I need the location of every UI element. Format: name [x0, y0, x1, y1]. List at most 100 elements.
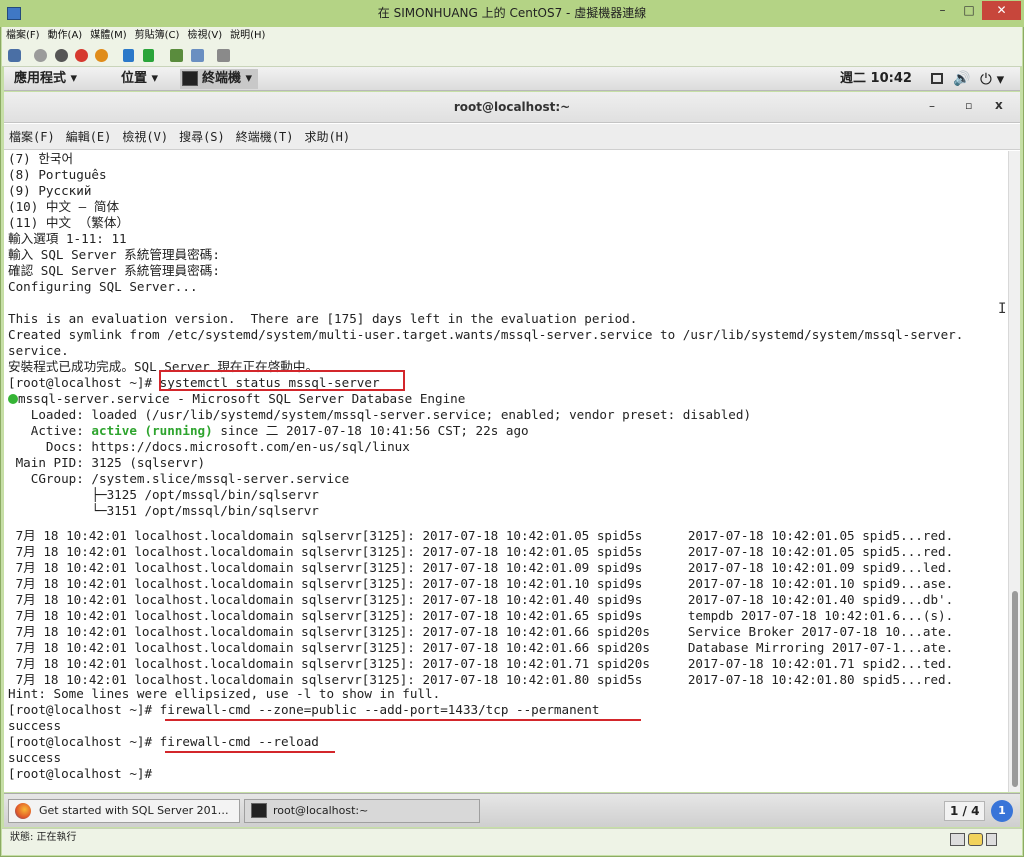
pause-icon[interactable] — [123, 49, 134, 62]
terminal-line: CGroup: /system.slice/mssql-server.servi… — [8, 471, 350, 486]
power-icon[interactable]: ⏻ ▾ — [980, 69, 1004, 89]
gnome-top-bar: 應用程式 ▾ 位置 ▾ 終端機 ▾ 週二 10:42 🔊 ⏻ ▾ — [4, 67, 1020, 91]
service-text: mssql-server.service - Microsoft SQL Ser… — [18, 391, 466, 406]
active-line: Active: active (running) since 二 2017-07… — [8, 423, 529, 439]
gnome-window-list: Get started with SQL Server 201… root@lo… — [4, 793, 1020, 827]
places-menu[interactable]: 位置 ▾ — [121, 67, 158, 91]
screen-icon[interactable] — [931, 73, 943, 84]
terminal-menu-view[interactable]: 檢視(V) — [117, 124, 174, 150]
terminal-window: root@localhost:~ – ▫ x 檔案(F) 編輯(E) 檢視(V) 搜尋… — [4, 92, 1020, 792]
terminal-line: service. — [8, 343, 69, 358]
terminal-menu-search[interactable]: 搜尋(S) — [174, 124, 231, 150]
applications-menu[interactable]: 應用程式 ▾ — [14, 67, 77, 91]
save-state-icon[interactable] — [95, 49, 108, 62]
terminal-line: (11) 中文 （繁体） — [8, 215, 130, 230]
terminal-title: root@localhost:~ — [453, 100, 571, 114]
log-line: 7月 18 10:42:01 localhost.localdomain sql… — [8, 656, 954, 671]
prompt: [root@localhost ~]# — [8, 702, 160, 717]
taskbar-firefox-label: Get started with SQL Server 201… — [39, 804, 229, 817]
vm-menu-media[interactable]: 媒體(M) — [86, 27, 130, 45]
terminal-icon — [182, 71, 198, 86]
firefox-icon — [15, 803, 31, 819]
terminal-line: 輸入選項 1-11: 11 — [8, 231, 127, 246]
checkpoint-icon[interactable] — [170, 49, 183, 62]
terminal-line: ├─3125 /opt/mssql/bin/sqlservr — [8, 487, 319, 502]
highlight-underline — [165, 719, 641, 721]
log-line: 7月 18 10:42:01 localhost.localdomain sql… — [8, 608, 954, 623]
volume-icon[interactable]: 🔊 — [953, 69, 970, 89]
terminal-line: success — [8, 718, 62, 733]
vm-menubar: 檔案(F) 動作(A) 媒體(M) 剪貼簿(C) 檢視(V) 說明(H) — [2, 27, 1022, 45]
taskbar-terminal[interactable]: root@localhost:~ — [244, 799, 480, 823]
terminal-menubar: 檔案(F) 編輯(E) 檢視(V) 搜尋(S) 終端機(T) 求助(H) — [4, 124, 1020, 150]
terminal-maximize-button[interactable]: ▫ — [965, 99, 972, 112]
terminal-app-label: 終端機 ▾ — [202, 71, 253, 86]
terminal-menu-terminal[interactable]: 終端機(T) — [231, 124, 300, 150]
terminal-menu-file[interactable]: 檔案(F) — [4, 124, 61, 150]
service-line: mssql-server.service - Microsoft SQL Ser… — [8, 391, 465, 407]
terminal-line: (10) 中文 – 简体 — [8, 199, 120, 214]
log-line: 7月 18 10:42:01 localhost.localdomain sql… — [8, 592, 954, 607]
scrollbar-thumb[interactable] — [1012, 591, 1018, 787]
start-icon[interactable] — [34, 49, 47, 62]
keyboard-icon — [950, 833, 965, 846]
taskbar-firefox[interactable]: Get started with SQL Server 201… — [8, 799, 240, 823]
ctrl-alt-del-icon[interactable] — [8, 49, 21, 62]
terminal-menu-help[interactable]: 求助(H) — [299, 124, 356, 150]
terminal-line: (8) Português — [8, 167, 107, 182]
terminal-line: Created symlink from /etc/systemd/system… — [8, 327, 964, 342]
command-text: firewall-cmd --zone=public --add-port=14… — [159, 702, 600, 717]
active-state: active (running) — [91, 423, 213, 438]
shutdown-icon[interactable] — [75, 49, 88, 62]
vm-window-title: 在 SIMONHUANG 上的 CentOS7 - 虛擬機器連線 — [377, 6, 647, 20]
terminal-app-menu[interactable]: 終端機 ▾ — [180, 69, 259, 89]
enhanced-session-icon[interactable] — [217, 49, 230, 62]
terminal-line: Main PID: 3125 (sqlservr) — [8, 455, 206, 470]
prompt: [root@localhost ~]# — [8, 734, 160, 749]
terminal-line: └─3151 /opt/mssql/bin/sqlservr — [8, 503, 319, 518]
command-line: [root@localhost ~]# firewall-cmd --reloa… — [8, 734, 319, 750]
terminal-line: (9) Русский — [8, 183, 92, 198]
lock-icon — [968, 833, 983, 846]
taskbar-terminal-label: root@localhost:~ — [273, 804, 369, 817]
vm-maximize-button[interactable]: □ — [956, 1, 982, 20]
turn-off-icon[interactable] — [55, 49, 68, 62]
vm-minimize-button[interactable]: – — [929, 1, 956, 20]
revert-icon[interactable] — [191, 49, 204, 62]
terminal-menu-edit[interactable]: 編輯(E) — [61, 124, 118, 150]
terminal-line: Configuring SQL Server... — [8, 279, 198, 294]
log-line: 7月 18 10:42:01 localhost.localdomain sql… — [8, 576, 954, 591]
terminal-line: 輸入 SQL Server 系統管理員密碼: — [8, 247, 220, 262]
vm-menu-clipboard[interactable]: 剪貼簿(C) — [131, 27, 184, 45]
terminal-line: 確認 SQL Server 系統管理員密碼: — [8, 263, 220, 278]
terminal-line: Docs: https://docs.microsoft.com/en-us/s… — [8, 439, 410, 454]
vm-menu-help[interactable]: 說明(H) — [226, 27, 269, 45]
terminal-icon — [251, 803, 267, 818]
terminal-minimize-button[interactable]: – — [929, 99, 935, 113]
hint-line: Hint: Some lines were ellipsized, use -l… — [8, 686, 441, 701]
command-line: [root@localhost ~]# firewall-cmd --zone=… — [8, 702, 599, 718]
terminal-line: success — [8, 750, 62, 765]
vm-statusbar: 狀態: 正在執行 — [2, 828, 1022, 855]
clock[interactable]: 週二 10:42 — [840, 67, 912, 91]
terminal-line: (7) 한국어 — [8, 151, 74, 166]
highlight-underline — [165, 751, 335, 753]
workspace-indicator[interactable]: 1 / 4 — [944, 801, 986, 821]
log-line: 7月 18 10:42:01 localhost.localdomain sql… — [8, 560, 954, 575]
active-status-icon — [8, 394, 18, 404]
notification-badge[interactable]: 1 — [991, 800, 1013, 822]
resume-icon[interactable] — [143, 49, 154, 62]
terminal-output[interactable]: (7) 한국어 (8) Português (9) Русский (10) 中… — [4, 151, 1008, 792]
vm-menu-file[interactable]: 檔案(F) — [2, 27, 44, 45]
vm-menu-view[interactable]: 檢視(V) — [183, 27, 226, 45]
log-line: 7月 18 10:42:01 localhost.localdomain sql… — [8, 640, 954, 655]
terminal-close-button[interactable]: x — [995, 98, 1003, 112]
command-text: firewall-cmd --reload — [159, 734, 319, 749]
vm-menu-action[interactable]: 動作(A) — [44, 27, 87, 45]
active-label: Active: — [8, 423, 92, 438]
vm-close-button[interactable]: ✕ — [982, 1, 1021, 20]
disk-icon — [986, 833, 997, 846]
terminal-scrollbar[interactable] — [1008, 151, 1020, 792]
prompt-line: [root@localhost ~]# — [8, 766, 153, 781]
log-line: 7月 18 10:42:01 localhost.localdomain sql… — [8, 544, 954, 559]
